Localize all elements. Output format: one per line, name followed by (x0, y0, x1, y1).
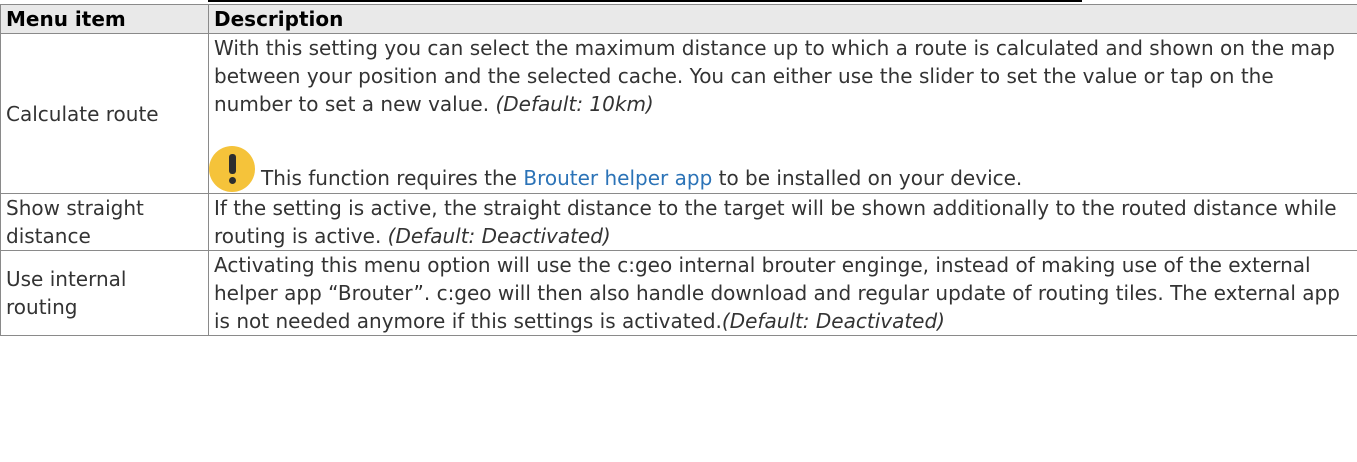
menu-item-cell: Show straight distance (0, 193, 209, 251)
description-text: With this setting you can select the max… (214, 36, 1335, 116)
table-row: Show straight distance If the setting is… (0, 193, 1357, 251)
menu-item-cell: Use internal routing (0, 250, 209, 336)
default-value: (Default: Deactivated) (721, 309, 945, 333)
settings-table: Menu item Description Calculate route Wi… (0, 4, 1357, 336)
menu-item-cell: Calculate route (0, 33, 209, 194)
brouter-helper-app-link[interactable]: Brouter helper app (523, 166, 712, 190)
description-cell: Activating this menu option will use the… (208, 250, 1357, 336)
info-note: This function requires the Brouter helpe… (209, 146, 1353, 192)
top-divider (208, 0, 1082, 2)
column-header-description: Description (208, 4, 1357, 34)
default-value: (Default: 10km) (495, 92, 654, 116)
exclamation-warning-icon (209, 146, 255, 192)
default-value: (Default: Deactivated) (387, 224, 611, 248)
description-cell: With this setting you can select the max… (208, 33, 1357, 194)
column-header-menu-item: Menu item (0, 4, 209, 34)
table-row: Calculate route With this setting you ca… (0, 33, 1357, 194)
note-text: This function requires the Brouter helpe… (261, 166, 1023, 190)
description-text: If the setting is active, the straight d… (214, 196, 1337, 248)
table-row: Use internal routing Activating this men… (0, 250, 1357, 336)
description-cell: If the setting is active, the straight d… (208, 193, 1357, 251)
table-header-row: Menu item Description (0, 4, 1357, 34)
